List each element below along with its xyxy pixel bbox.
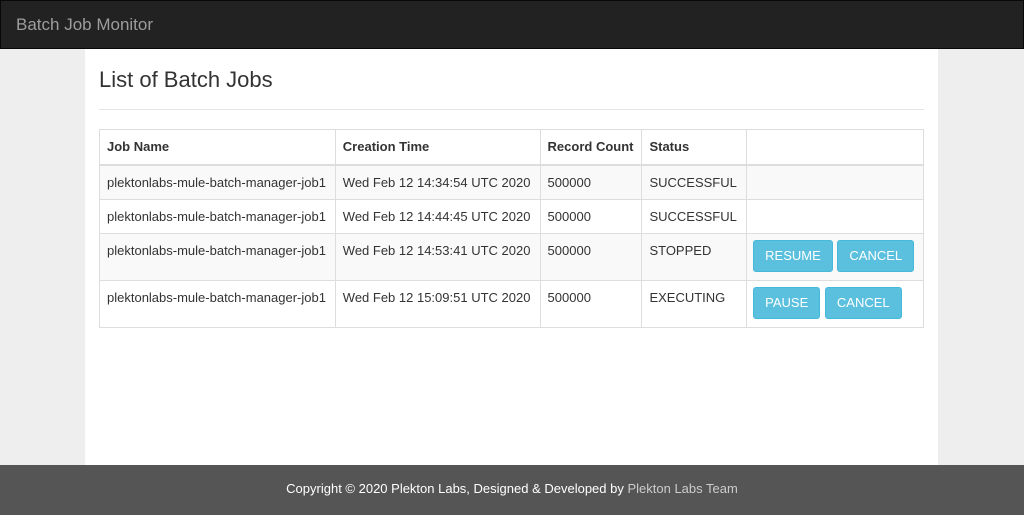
- status-cell: EXECUTING: [641, 279, 748, 328]
- pause-button[interactable]: PAUSE: [753, 286, 821, 319]
- status-cell: STOPPED: [641, 232, 748, 281]
- header-actions: [746, 129, 924, 166]
- header-record-count: Record Count: [539, 129, 643, 166]
- table-row: plektonlabs-mule-batch-manager-job1 Wed …: [99, 164, 924, 200]
- job-name-cell: plektonlabs-mule-batch-manager-job1: [99, 232, 336, 281]
- footer: Copyright © 2020 Plekton Labs, Designed …: [0, 465, 1024, 515]
- footer-copyright: Copyright © 2020 Plekton Labs, Designed …: [286, 481, 624, 496]
- record-count-cell: 500000: [539, 279, 643, 328]
- creation-time-cell: Wed Feb 12 15:09:51 UTC 2020: [334, 279, 541, 328]
- creation-time-cell: Wed Feb 12 14:53:41 UTC 2020: [334, 232, 541, 281]
- cancel-button[interactable]: CANCEL: [824, 286, 902, 319]
- actions-cell: [746, 164, 924, 200]
- resume-button[interactable]: RESUME: [753, 239, 833, 272]
- cancel-button[interactable]: CANCEL: [837, 239, 915, 272]
- actions-cell: RESUME CANCEL: [746, 232, 924, 281]
- main-content: List of Batch Jobs Job Name Creation Tim…: [85, 49, 938, 465]
- record-count-cell: 500000: [539, 198, 643, 234]
- table-row: plektonlabs-mule-batch-manager-job1 Wed …: [99, 232, 924, 281]
- creation-time-cell: Wed Feb 12 14:44:45 UTC 2020: [334, 198, 541, 234]
- title-divider: [99, 109, 924, 110]
- header-status: Status: [641, 129, 748, 166]
- batch-jobs-table: Job Name Creation Time Record Count Stat…: [99, 129, 924, 328]
- table-row: plektonlabs-mule-batch-manager-job1 Wed …: [99, 279, 924, 328]
- record-count-cell: 500000: [539, 232, 643, 281]
- status-cell: SUCCESSFUL: [641, 198, 748, 234]
- job-name-cell: plektonlabs-mule-batch-manager-job1: [99, 198, 336, 234]
- record-count-cell: 500000: [539, 164, 643, 200]
- creation-time-cell: Wed Feb 12 14:34:54 UTC 2020: [334, 164, 541, 200]
- status-cell: SUCCESSFUL: [641, 164, 748, 200]
- actions-cell: [746, 198, 924, 234]
- header-creation-time: Creation Time: [334, 129, 541, 166]
- header-job-name: Job Name: [99, 129, 336, 166]
- job-name-cell: plektonlabs-mule-batch-manager-job1: [99, 164, 336, 200]
- footer-team-link[interactable]: Plekton Labs Team: [627, 481, 737, 496]
- actions-cell: PAUSE CANCEL: [746, 279, 924, 328]
- table-row: plektonlabs-mule-batch-manager-job1 Wed …: [99, 198, 924, 234]
- table-header-row: Job Name Creation Time Record Count Stat…: [99, 129, 924, 166]
- app-brand[interactable]: Batch Job Monitor: [16, 15, 153, 35]
- job-name-cell: plektonlabs-mule-batch-manager-job1: [99, 279, 336, 328]
- top-navbar: Batch Job Monitor: [0, 0, 1024, 49]
- page-title: List of Batch Jobs: [99, 67, 273, 92]
